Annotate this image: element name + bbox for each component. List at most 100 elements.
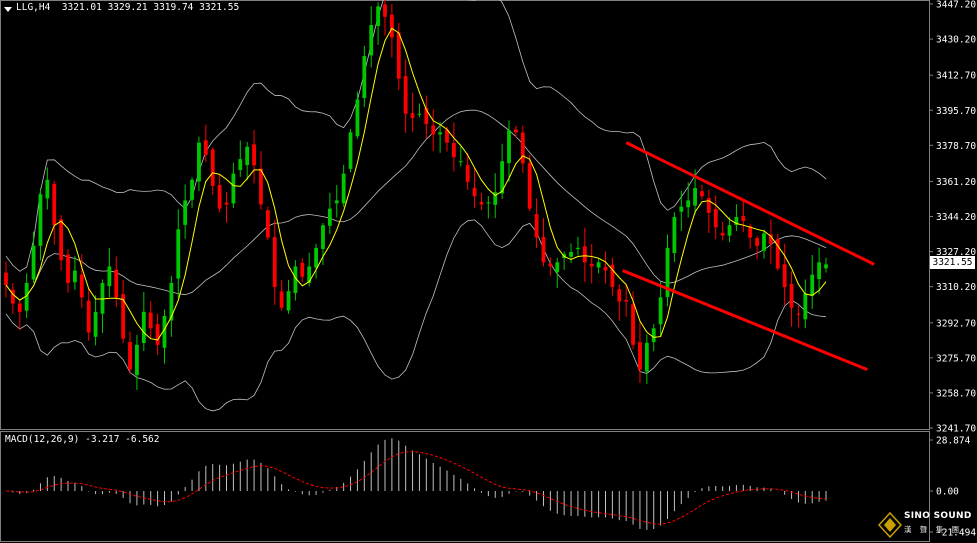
candle-body (403, 76, 408, 114)
candle-body (141, 311, 146, 344)
candle-body (210, 149, 215, 186)
candle-body (507, 130, 511, 164)
candle (93, 295, 98, 346)
moving-average-line (5, 27, 827, 341)
macd-name: MACD(12,26,9) (5, 434, 80, 445)
macd-tick-label: 28.874 (936, 436, 971, 447)
candle (73, 256, 77, 290)
candle-body (128, 342, 132, 370)
candle-body (548, 263, 553, 267)
macd-signal-line (5, 451, 827, 525)
candle (658, 281, 663, 337)
candle (610, 257, 615, 296)
price-tick-label: 3310.20 (936, 282, 976, 293)
low-value: 3319.74 (153, 2, 194, 13)
candle-body (286, 291, 291, 311)
candle (700, 184, 704, 200)
logo-text-en: SINO SOUND (904, 511, 972, 521)
candle-body (148, 312, 153, 329)
candle-body (631, 304, 635, 345)
candle-body (341, 173, 346, 204)
candle-body (38, 194, 43, 246)
candle-body (376, 6, 380, 27)
candle-body (789, 283, 794, 308)
candle (355, 91, 360, 139)
candle (162, 309, 167, 364)
candle-body (114, 269, 119, 298)
candle (265, 206, 270, 241)
candle (217, 174, 222, 213)
bollinger-middle-band (5, 109, 827, 301)
candle (369, 6, 374, 68)
candle (272, 219, 277, 305)
candle-body (389, 14, 394, 38)
candle (155, 313, 160, 356)
candle (38, 187, 43, 261)
bollinger-lower-band (5, 219, 827, 412)
candle-body (259, 168, 263, 205)
candle (86, 288, 91, 341)
candle-body (17, 303, 22, 312)
candle (741, 201, 746, 233)
candle (286, 280, 291, 314)
candle-body (686, 200, 691, 208)
candle (252, 130, 256, 184)
price-tick-label: 3395.70 (936, 106, 976, 117)
candle (17, 299, 22, 331)
candle-body (810, 274, 815, 296)
chart-menu-arrow-icon[interactable] (4, 7, 12, 12)
candle-body (107, 266, 112, 287)
candle (589, 244, 594, 284)
candle-body (782, 264, 787, 288)
candle-body (86, 300, 91, 333)
price-tick-label: 3378.70 (936, 141, 976, 152)
candle-body (66, 254, 70, 283)
candle (520, 125, 525, 173)
candle (114, 256, 119, 307)
candle-body (73, 270, 77, 283)
candle-body (265, 210, 270, 238)
candle (479, 192, 484, 211)
current-price-tag: 3321.55 (930, 256, 975, 270)
main-chart-frame (0, 0, 930, 430)
candle (465, 153, 470, 190)
candle-body (534, 214, 539, 238)
price-tick-label: 3241.70 (936, 424, 976, 435)
candle (713, 195, 718, 240)
candle-body (79, 274, 84, 298)
candle-body (238, 159, 243, 170)
open-value: 3321.01 (61, 2, 102, 13)
candle (341, 164, 346, 207)
candle (176, 209, 181, 298)
candle-body (155, 324, 160, 345)
candle (121, 280, 126, 344)
candle-body (576, 247, 580, 250)
candle-body (183, 200, 188, 225)
candle (796, 305, 801, 328)
candle (197, 136, 201, 191)
candle-body (52, 183, 57, 226)
candle-body (824, 264, 828, 269)
candle-body (279, 291, 284, 308)
price-tick-label: 3361.20 (936, 177, 976, 188)
candle-body (803, 293, 808, 320)
candle (596, 258, 601, 274)
candle (665, 234, 670, 307)
candle-body (334, 200, 339, 204)
price-tick-label: 3412.70 (936, 71, 976, 82)
chart-canvas[interactable]: 3447.20 3430.20 3412.70 3395.70 3378.70 3361.… (0, 0, 977, 543)
price-tick-label: 3430.20 (936, 35, 976, 46)
candle (527, 154, 532, 212)
candle-body (741, 215, 746, 222)
candle (362, 45, 367, 108)
close-value: 3321.55 (199, 2, 240, 13)
candle (472, 167, 477, 208)
candle-body (472, 187, 477, 197)
price-tick-label: 3344.20 (936, 212, 976, 223)
candle (100, 279, 105, 333)
candle (810, 255, 815, 309)
candle (4, 261, 8, 298)
candle-body (355, 99, 360, 137)
candle (424, 95, 429, 139)
symbol-label: LLG,H4 (16, 2, 51, 13)
